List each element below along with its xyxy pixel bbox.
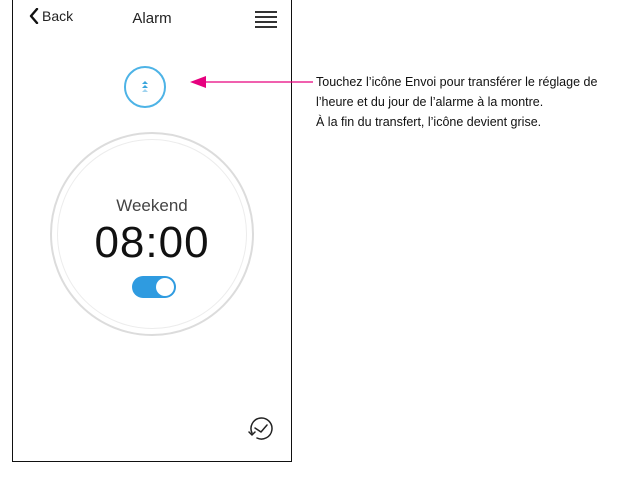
alarm-time: 08:00 xyxy=(94,218,210,267)
send-arrows-icon xyxy=(142,81,148,92)
alarm-label: Weekend xyxy=(116,196,188,215)
annotation-line: Touchez l’icône Envoi pour transférer le… xyxy=(316,75,598,89)
phone-screen: Back Alarm Weekend 08:00 xyxy=(12,0,292,462)
clock-history-icon[interactable] xyxy=(247,414,275,442)
annotation-line: À la fin du transfert, l’icône devient g… xyxy=(316,115,542,129)
top-bar: Back Alarm xyxy=(13,0,291,40)
alarm-dial[interactable]: Weekend 08:00 xyxy=(50,132,254,336)
toggle-knob xyxy=(156,278,174,296)
hamburger-menu-icon[interactable] xyxy=(255,11,277,28)
annotation-line: l’heure et du jour de l’alarme à la mont… xyxy=(316,95,544,109)
send-button[interactable] xyxy=(124,66,166,108)
annotation-text: Touchez l’icône Envoi pour transférer le… xyxy=(316,72,632,132)
page-title: Alarm xyxy=(132,10,172,27)
callout-arrow xyxy=(190,76,313,88)
alarm-toggle[interactable] xyxy=(132,276,176,298)
